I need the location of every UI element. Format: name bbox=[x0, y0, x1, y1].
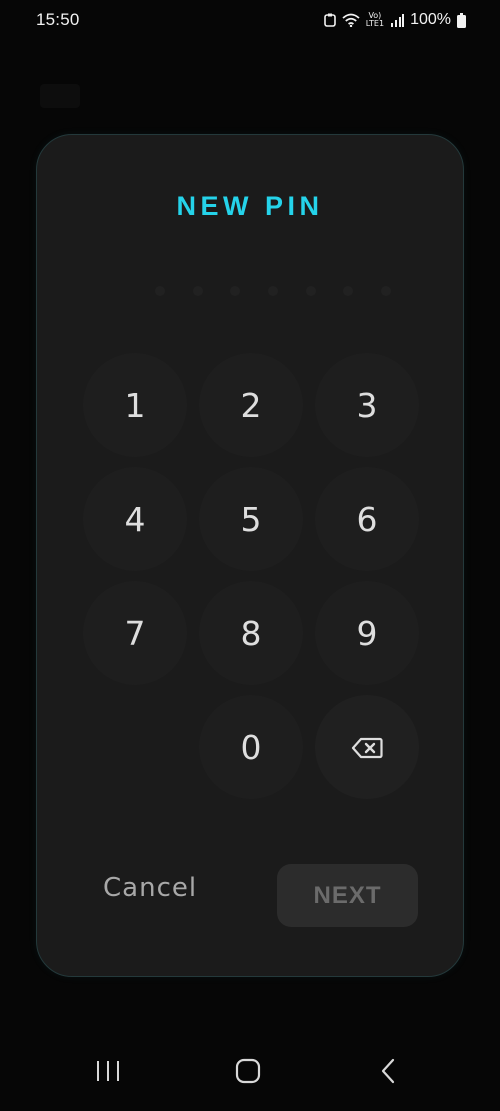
keypad-key-8[interactable]: 8 bbox=[199, 581, 303, 685]
status-bar: 15:50 Vo) LTE1 100% bbox=[0, 0, 500, 40]
status-icons: Vo) LTE1 100% bbox=[323, 11, 466, 29]
keypad-key-1[interactable]: 1 bbox=[83, 353, 187, 457]
new-pin-dialog: NEW PIN 123 456 7890 Cancel NEXT bbox=[36, 134, 464, 977]
pin-dot bbox=[380, 286, 391, 296]
back-icon bbox=[379, 1058, 397, 1089]
keypad-key-7[interactable]: 7 bbox=[83, 581, 187, 685]
pin-dot bbox=[305, 286, 316, 296]
navigation-bar bbox=[0, 1041, 500, 1111]
recents-button[interactable] bbox=[88, 1053, 128, 1093]
back-button[interactable] bbox=[368, 1053, 408, 1093]
next-button[interactable]: NEXT bbox=[277, 864, 418, 927]
screen: 15:50 Vo) LTE1 100% NEW PIN 123 456 78 9 0… bbox=[0, 0, 500, 1111]
pin-dot bbox=[267, 286, 278, 296]
keypad-key-3[interactable]: 3 bbox=[315, 353, 419, 457]
volte-icon: Vo) LTE1 bbox=[366, 12, 384, 28]
keypad-key-2[interactable]: 2 bbox=[199, 353, 303, 457]
keypad-key-5[interactable]: 5 bbox=[199, 467, 303, 571]
pin-dot bbox=[155, 286, 165, 296]
pin-dot bbox=[192, 286, 203, 296]
keypad: 123 456 7890 bbox=[83, 353, 419, 803]
wifi-icon bbox=[342, 13, 360, 27]
pin-dot bbox=[230, 286, 241, 296]
signal-icon bbox=[390, 13, 405, 27]
battery-icon bbox=[457, 12, 466, 28]
backspace-icon bbox=[351, 728, 383, 767]
recents-icon bbox=[95, 1059, 121, 1088]
keypad-key-0[interactable]: 0 bbox=[199, 695, 303, 799]
status-time: 15:50 bbox=[36, 10, 80, 29]
battery-level: 100% bbox=[410, 11, 451, 28]
pin-dot bbox=[343, 286, 354, 296]
screenshot-icon bbox=[323, 13, 336, 27]
keypad-key-9[interactable]: 9 bbox=[315, 581, 419, 685]
volte-bottom-label: LTE1 bbox=[365, 19, 385, 28]
keypad-key-6[interactable]: 6 bbox=[315, 467, 419, 571]
home-button[interactable] bbox=[228, 1053, 268, 1093]
dialog-title: NEW PIN bbox=[176, 191, 324, 221]
background-app-element bbox=[40, 84, 80, 108]
keypad-key-4[interactable]: 4 bbox=[83, 467, 187, 571]
keypad-empty-slot bbox=[83, 695, 187, 799]
backspace-button[interactable] bbox=[315, 695, 419, 799]
home-icon bbox=[235, 1058, 261, 1089]
cancel-button[interactable]: Cancel bbox=[103, 873, 197, 903]
pin-dots bbox=[155, 285, 391, 297]
